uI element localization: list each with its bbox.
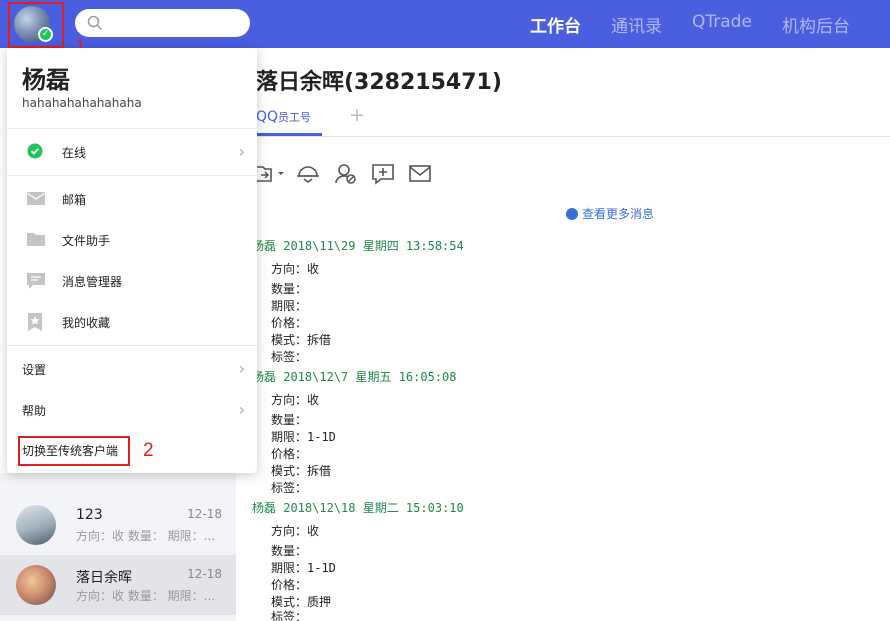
message-line: 期限：1-1D <box>271 430 336 444</box>
contact-card-icon[interactable] <box>334 163 358 185</box>
menu-item-file-assistant[interactable]: 文件助手 <box>7 220 257 260</box>
message-header: 杨磊 2018\12\18 星期二 15:03:10 <box>252 501 464 515</box>
message-line: 标签： <box>271 350 308 364</box>
message-line: 数量： <box>271 282 308 296</box>
menu-item-label: 邮箱 <box>62 193 87 207</box>
user-name: 杨磊 <box>22 66 70 94</box>
list-item[interactable]: 落日余晖 12-18 方向：收 数量： 期限：... <box>0 555 236 615</box>
search-icon <box>87 15 103 31</box>
message-line: 标签： <box>271 610 308 621</box>
conversation-preview: 方向：收 数量： 期限：... <box>76 589 216 603</box>
menu-item-help[interactable]: 帮助 › <box>7 390 257 430</box>
folder-transfer-icon[interactable] <box>254 163 286 185</box>
message-line: 期限：1-1D <box>271 561 336 575</box>
conversation-preview: 方向：收 数量： 期限：... <box>76 529 216 543</box>
chevron-right-icon: › <box>238 142 245 161</box>
add-comment-icon[interactable] <box>371 163 395 185</box>
highlight-box-avatar <box>8 2 64 48</box>
menu-item-label: 文件助手 <box>62 234 111 248</box>
message-icon <box>27 273 45 289</box>
view-more-messages-link[interactable]: 查看更多消息 <box>566 205 654 222</box>
avatar <box>16 505 56 545</box>
message-line: 方向：收 <box>271 524 320 538</box>
cloud-icon[interactable] <box>295 163 321 185</box>
menu-item-mailbox[interactable]: 邮箱 <box>7 179 257 219</box>
menu-item-label: 消息管理器 <box>62 275 123 289</box>
profile-dropdown: 杨磊 hahahahahahahaha 在线 › 邮箱 文件助手 消息管理器 我… <box>7 48 257 473</box>
menu-item-message-manager[interactable]: 消息管理器 <box>7 261 257 301</box>
nav-contacts[interactable]: 通讯录 <box>611 12 662 37</box>
nav-admin[interactable]: 机构后台 <box>782 12 850 37</box>
message-line: 价格： <box>271 447 308 461</box>
conversation-date: 12-18 <box>187 507 222 521</box>
bookmark-star-icon <box>28 313 42 331</box>
highlight-box-switch <box>18 436 130 466</box>
view-more-messages-label: 查看更多消息 <box>582 207 655 221</box>
message-line: 模式：拆借 <box>271 333 332 347</box>
nav-qtrade[interactable]: QTrade <box>692 12 752 32</box>
status-menu-item[interactable]: 在线 › <box>7 132 257 172</box>
menu-item-settings[interactable]: 设置 › <box>7 349 257 389</box>
message-line: 模式：拆借 <box>271 464 332 478</box>
clock-icon <box>566 208 578 220</box>
divider <box>7 128 257 129</box>
menu-item-favorites[interactable]: 我的收藏 <box>7 302 257 342</box>
online-check-icon <box>27 143 43 159</box>
message-line: 期限： <box>271 299 308 313</box>
divider <box>7 175 257 176</box>
message-line: 方向：收 <box>271 393 320 407</box>
conversation-name: 落日余晖 <box>76 570 132 586</box>
avatar <box>16 565 56 605</box>
conversation-list: 123 12-18 方向：收 数量： 期限：... 落日余晖 12-18 方向：… <box>0 473 236 621</box>
conversation-name: 123 <box>76 507 103 523</box>
status-label: 在线 <box>62 146 87 160</box>
message-line: 数量： <box>271 413 308 427</box>
menu-item-label: 我的收藏 <box>62 316 111 330</box>
user-signature: hahahahahahahaha <box>22 96 142 110</box>
chat-title: 落日余晖(328215471) <box>256 70 502 95</box>
folder-icon <box>27 233 45 246</box>
divider <box>7 345 257 346</box>
chevron-right-icon: › <box>238 359 245 378</box>
tab-divider <box>236 136 890 137</box>
message-line: 标签： <box>271 481 308 495</box>
message-line: 价格： <box>271 316 308 330</box>
tab-qq-sub: 员工号 <box>278 111 312 124</box>
chevron-right-icon: › <box>238 400 245 419</box>
mail-icon <box>27 192 45 205</box>
list-item[interactable]: 123 12-18 方向：收 数量： 期限：... <box>0 495 236 555</box>
search-input[interactable] <box>75 9 250 37</box>
conversation-date: 12-18 <box>187 567 222 581</box>
tab-qq[interactable]: QQ员工号 <box>256 109 311 125</box>
settings-label: 设置 <box>22 363 47 377</box>
help-label: 帮助 <box>22 404 47 418</box>
message-line: 价格： <box>271 578 308 592</box>
nav-workbench[interactable]: 工作台 <box>530 12 581 37</box>
mail-icon[interactable] <box>408 163 432 185</box>
annotation-number-2: 2 <box>143 440 154 461</box>
top-bar: ✓ 工作台 通讯录 QTrade 机构后台 <box>0 0 890 48</box>
tab-add-button[interactable]: + <box>349 104 365 126</box>
message-line: 数量： <box>271 544 308 558</box>
message-line: 方向：收 <box>271 262 320 276</box>
message-header: 杨磊 2018\12\7 星期五 16:05:08 <box>252 370 457 384</box>
tab-active-indicator <box>256 133 322 136</box>
tab-qq-label: QQ <box>256 109 279 125</box>
message-header: 杨磊 2018\11\29 星期四 13:58:54 <box>252 239 464 253</box>
